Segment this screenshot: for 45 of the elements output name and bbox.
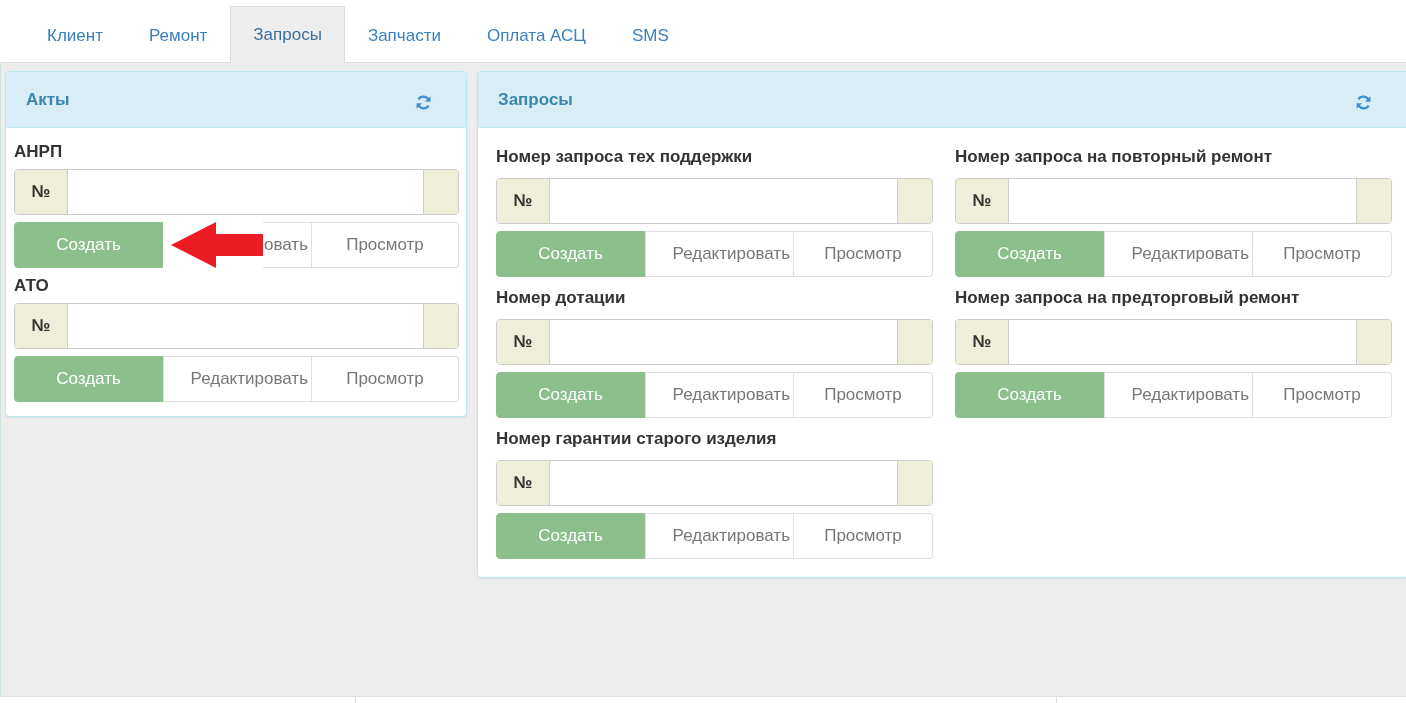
view-button[interactable]: Просмотр: [794, 372, 933, 418]
field-label: Номер запроса на повторный ремонт: [955, 146, 1273, 168]
panel-title: Запросы: [498, 89, 573, 110]
number-field[interactable]: №: [496, 178, 933, 224]
edit-button[interactable]: Редактировать: [1104, 372, 1253, 418]
edit-button[interactable]: Редактировать: [1104, 231, 1253, 277]
field-label: Номер запроса тех поддержки: [496, 146, 754, 168]
number-field[interactable]: №: [496, 460, 933, 506]
number-field[interactable]: №: [955, 319, 1392, 365]
number-prefix: №: [15, 170, 68, 214]
field-label: Номер дотации: [496, 287, 627, 309]
number-prefix: №: [497, 179, 550, 223]
view-button[interactable]: Просмотр: [794, 513, 933, 559]
view-button[interactable]: Просмотр: [1253, 372, 1392, 418]
tab[interactable]: Ремонт: [125, 7, 231, 63]
tab[interactable]: Запросы: [230, 6, 345, 63]
view-button[interactable]: Просмотр: [794, 231, 933, 277]
number-prefix: №: [956, 179, 1009, 223]
panel-title: Акты: [26, 89, 70, 110]
field-label: АНРП: [14, 141, 64, 163]
number-field[interactable]: №: [955, 178, 1392, 224]
refresh-icon[interactable]: [1355, 94, 1372, 111]
field-label: Номер запроса на предторговый ремонт: [955, 287, 1301, 309]
view-button[interactable]: Просмотр: [312, 222, 459, 268]
number-prefix: №: [15, 304, 68, 348]
edit-button[interactable]: Редактировать: [645, 513, 794, 559]
number-prefix: №: [956, 320, 1009, 364]
tab[interactable]: Клиент: [24, 7, 126, 63]
tab[interactable]: SMS: [608, 7, 692, 63]
number-prefix: №: [497, 320, 550, 364]
number-field[interactable]: №: [14, 303, 459, 349]
edit-button[interactable]: овать: [263, 222, 312, 268]
tab[interactable]: Оплата АСЦ: [463, 7, 609, 63]
number-field[interactable]: №: [496, 319, 933, 365]
field-label: Номер гарантии старого изделия: [496, 428, 778, 450]
view-button[interactable]: Просмотр: [312, 356, 459, 402]
field-label: АТО: [14, 275, 50, 297]
number-prefix: №: [497, 461, 550, 505]
edit-button[interactable]: Редактировать: [645, 372, 794, 418]
edit-button[interactable]: Редактировать: [645, 231, 794, 277]
refresh-icon[interactable]: [415, 94, 432, 111]
number-field[interactable]: №: [14, 169, 459, 215]
tab[interactable]: Запчасти: [344, 7, 464, 63]
view-button[interactable]: Просмотр: [1253, 231, 1392, 277]
edit-button[interactable]: Редактировать: [163, 356, 312, 402]
